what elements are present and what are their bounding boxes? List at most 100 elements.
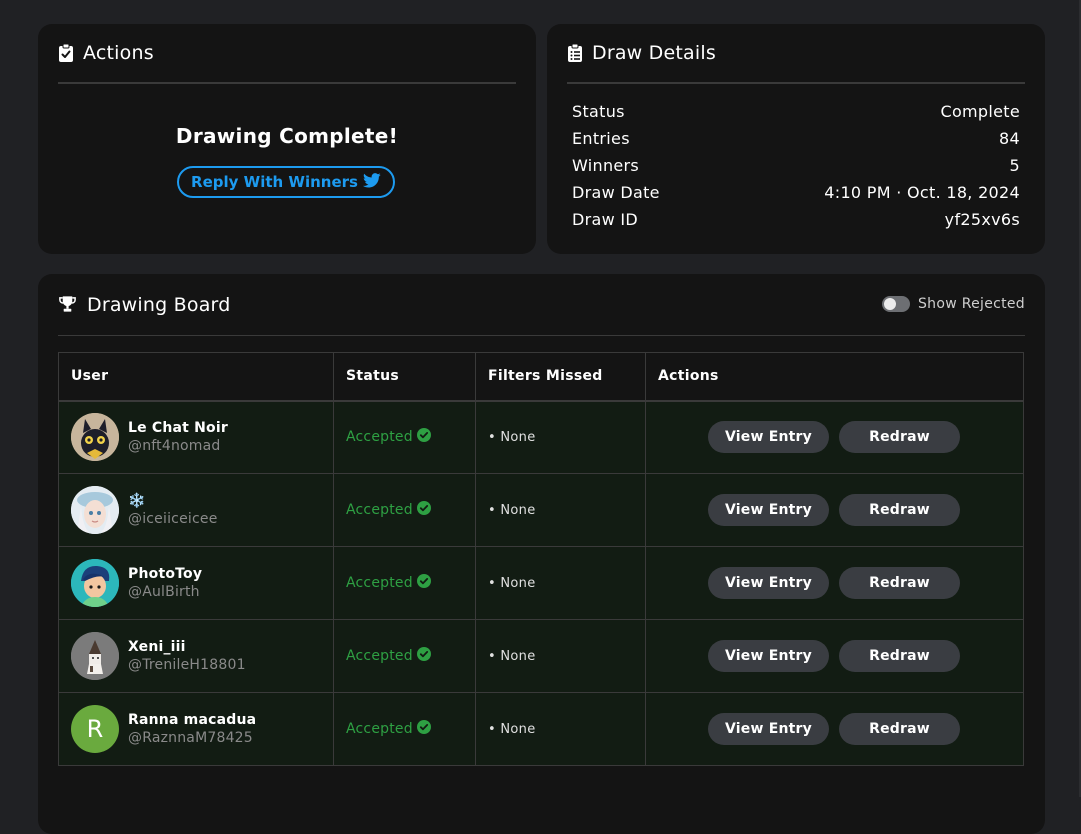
page-top: [0, 0, 1081, 24]
twitter-bird-icon: [362, 172, 381, 192]
actions-title: Actions: [83, 42, 154, 64]
detail-label: Status: [572, 102, 625, 121]
detail-label: Entries: [572, 129, 630, 148]
draw-details-card: Draw Details Status Complete Entries 84 …: [547, 24, 1045, 254]
user-cell: Le Chat Noir @nft4nomad: [58, 400, 334, 474]
check-circle-icon: [416, 647, 431, 665]
status-cell: Accepted: [333, 619, 476, 693]
action-body: Drawing Complete!: [38, 124, 536, 148]
clipboard-list-icon: [567, 43, 583, 63]
redraw-button[interactable]: Redraw: [839, 567, 960, 599]
user-cell: ❄️ @iceiiceicee: [58, 473, 334, 547]
detail-row-winners: Winners 5: [572, 152, 1020, 179]
check-circle-icon: [416, 428, 431, 446]
table-row: Le Chat Noir @nft4nomad Accepted • None: [58, 400, 1024, 474]
user-name: Xeni_iii: [128, 639, 186, 655]
user-cell: Xeni_iii @TrenileH18801: [58, 619, 334, 693]
detail-value: 84: [999, 129, 1020, 148]
view-entry-button[interactable]: View Entry: [708, 567, 829, 599]
avatar[interactable]: R: [71, 705, 119, 753]
show-rejected-label: Show Rejected: [917, 296, 1025, 312]
status-text: Accepted: [346, 502, 413, 518]
detail-label: Winners: [572, 156, 640, 175]
table-header-row: User Status Filters Missed Actions: [58, 352, 1024, 401]
status-text: Accepted: [346, 721, 413, 737]
avatar[interactable]: [71, 559, 119, 607]
detail-label: Draw ID: [572, 210, 639, 229]
detail-value: 4:10 PM · Oct. 18, 2024: [824, 183, 1020, 202]
trophy-icon: [58, 295, 78, 315]
redraw-button[interactable]: Redraw: [839, 713, 960, 745]
table-row: Xeni_iii @TrenileH18801 Accepted • None: [58, 619, 1024, 693]
detail-value: Complete: [940, 102, 1020, 121]
user-cell: R Ranna macadua @RaznnaM78425: [58, 692, 334, 766]
table-row: R Ranna macadua @RaznnaM78425 Accepted •…: [58, 692, 1024, 766]
avatar[interactable]: [71, 413, 119, 462]
view-entry-button[interactable]: View Entry: [708, 713, 829, 745]
user-name: Ranna macadua: [128, 712, 257, 728]
table-row: ❄️ @iceiiceicee Accepted • None View Ent…: [58, 473, 1024, 547]
redraw-button[interactable]: Redraw: [839, 640, 960, 672]
view-entry-button[interactable]: View Entry: [708, 494, 829, 526]
user-name: Le Chat Noir: [128, 420, 228, 437]
view-entry-button[interactable]: View Entry: [708, 421, 829, 454]
column-header-actions: Actions: [645, 352, 1024, 401]
show-rejected-toggle-wrap: Show Rejected: [881, 296, 1025, 312]
user-handle: @RaznnaM78425: [128, 730, 253, 746]
filters-missed-text: • None: [488, 503, 536, 518]
drawing-board-header: Drawing Board: [58, 274, 1025, 336]
filters-missed-text: • None: [488, 722, 536, 737]
reply-button-label: Reply With Winners: [191, 173, 358, 191]
filters-missed-cell: • None: [475, 473, 646, 547]
actions-cell: View Entry Redraw: [645, 473, 1024, 547]
status-text: Accepted: [346, 648, 413, 664]
detail-value: yf25xv6s: [944, 210, 1020, 229]
filters-missed-cell: • None: [475, 692, 646, 766]
table-row: PhotoToy @AulBirth Accepted • None View …: [58, 546, 1024, 620]
check-circle-icon: [416, 501, 431, 519]
actions-cell: View Entry Redraw: [645, 546, 1024, 620]
drawing-board-title: Drawing Board: [87, 293, 231, 316]
actions-cell: View Entry Redraw: [645, 619, 1024, 693]
status-cell: Accepted: [333, 692, 476, 766]
redraw-button[interactable]: Redraw: [839, 421, 960, 454]
detail-label: Draw Date: [572, 183, 660, 202]
avatar[interactable]: [71, 632, 119, 680]
actions-card: Actions Drawing Complete! Reply With Win…: [38, 24, 536, 254]
actions-cell: View Entry Redraw: [645, 400, 1024, 474]
user-handle: @nft4nomad: [128, 438, 221, 455]
drawing-complete-text: Drawing Complete!: [175, 124, 399, 148]
column-header-filters-missed: Filters Missed: [475, 352, 646, 401]
detail-row-status: Status Complete: [572, 98, 1020, 125]
draw-details-header: Draw Details: [567, 24, 1025, 84]
column-header-status: Status: [333, 352, 476, 401]
actions-cell: View Entry Redraw: [645, 692, 1024, 766]
draw-details-title: Draw Details: [592, 42, 716, 64]
view-entry-button[interactable]: View Entry: [708, 640, 829, 672]
user-handle: @AulBirth: [128, 584, 200, 600]
show-rejected-toggle[interactable]: [881, 296, 910, 312]
reply-with-winners-button[interactable]: Reply With Winners: [177, 166, 395, 198]
status-text: Accepted: [346, 575, 413, 591]
status-cell: Accepted: [333, 400, 476, 474]
toggle-knob: [883, 298, 896, 310]
status-cell: Accepted: [333, 546, 476, 620]
filters-missed-cell: • None: [475, 546, 646, 620]
detail-row-entries: Entries 84: [572, 125, 1020, 152]
check-circle-icon: [416, 574, 431, 592]
avatar[interactable]: [71, 486, 119, 534]
drawing-board-table: User Status Filters Missed Actions Le Ch…: [58, 352, 1024, 766]
filters-missed-cell: • None: [475, 400, 646, 474]
check-circle-icon: [416, 720, 431, 738]
status-text: Accepted: [346, 429, 413, 446]
user-cell: PhotoToy @AulBirth: [58, 546, 334, 620]
filters-missed-text: • None: [488, 649, 536, 664]
detail-value: 5: [1009, 156, 1020, 175]
detail-row-draw-date: Draw Date 4:10 PM · Oct. 18, 2024: [572, 179, 1020, 206]
user-handle: @TrenileH18801: [128, 657, 246, 673]
clipboard-check-icon: [58, 43, 74, 63]
redraw-button[interactable]: Redraw: [839, 494, 960, 526]
status-cell: Accepted: [333, 473, 476, 547]
filters-missed-cell: • None: [475, 619, 646, 693]
user-name: ❄️: [128, 493, 146, 509]
